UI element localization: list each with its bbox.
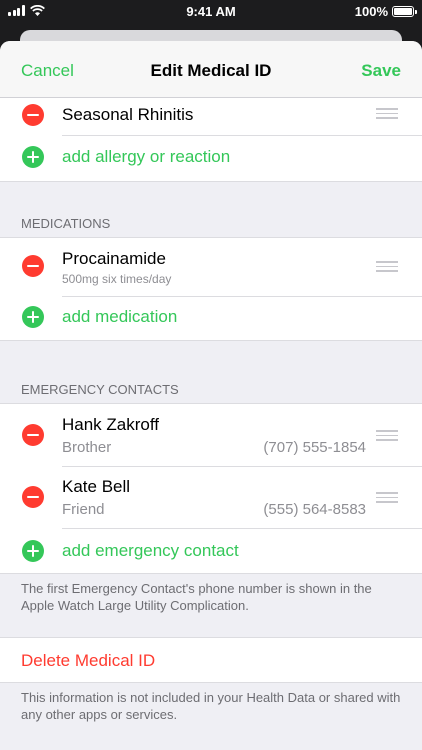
delete-medical-id-button[interactable]: Delete Medical ID: [21, 651, 155, 671]
add-allergy-row[interactable]: add allergy or reaction: [0, 135, 422, 181]
remove-circle-icon[interactable]: [22, 104, 44, 126]
battery-percent: 100%: [354, 4, 388, 19]
remove-circle-icon[interactable]: [22, 255, 44, 277]
reorder-handle-icon[interactable]: [376, 108, 398, 119]
reorder-handle-icon[interactable]: [376, 492, 398, 503]
add-contact-row[interactable]: add emergency contact: [0, 528, 422, 575]
add-medication-button[interactable]: add medication: [62, 307, 177, 327]
battery-icon: [392, 6, 417, 17]
medications-header: MEDICATIONS: [21, 216, 111, 231]
save-button[interactable]: Save: [361, 61, 401, 81]
privacy-note: This information is not included in your…: [21, 690, 401, 722]
allergies-group: Seasonal Rhinitis add allergy or reactio…: [0, 87, 422, 182]
emergency-contacts-header: EMERGENCY CONTACTS: [21, 382, 179, 397]
contact-relation[interactable]: Brother: [62, 439, 111, 456]
contact-phone[interactable]: (555) 564-8583: [263, 501, 366, 518]
contact-name[interactable]: Kate Bell: [62, 477, 130, 497]
reorder-handle-icon[interactable]: [376, 261, 398, 272]
list-item-contact: Kate Bell Friend (555) 564-8583: [0, 466, 422, 528]
medication-detail[interactable]: 500mg six times/day: [62, 272, 171, 286]
delete-group: Delete Medical ID: [0, 637, 422, 683]
contact-phone[interactable]: (707) 555-1854: [263, 439, 366, 456]
add-circle-icon[interactable]: [22, 540, 44, 562]
add-medication-row[interactable]: add medication: [0, 296, 422, 340]
remove-circle-icon[interactable]: [22, 424, 44, 446]
contact-relation[interactable]: Friend: [62, 501, 105, 518]
medications-group: Procainamide 500mg six times/day add med…: [0, 237, 422, 341]
list-item-medication: Procainamide 500mg six times/day: [0, 238, 422, 296]
remove-circle-icon[interactable]: [22, 486, 44, 508]
emergency-contact-note: The first Emergency Contact's phone numb…: [21, 581, 372, 613]
allergy-name[interactable]: Seasonal Rhinitis: [62, 105, 193, 125]
reorder-handle-icon[interactable]: [376, 430, 398, 441]
navigation-bar: Cancel Edit Medical ID Save: [0, 41, 422, 98]
emergency-contacts-group: Hank Zakroff Brother (707) 555-1854 Kate…: [0, 403, 422, 574]
add-circle-icon[interactable]: [22, 146, 44, 168]
medication-name[interactable]: Procainamide: [62, 249, 166, 269]
add-circle-icon[interactable]: [22, 306, 44, 328]
page-title: Edit Medical ID: [150, 61, 272, 80]
edit-medical-id-sheet: Cancel Edit Medical ID Save Seasonal Rhi…: [0, 41, 422, 750]
list-item-contact: Hank Zakroff Brother (707) 555-1854: [0, 404, 422, 466]
add-emergency-contact-button[interactable]: add emergency contact: [62, 541, 239, 561]
status-bar: 9:41 AM 100%: [0, 0, 422, 24]
add-allergy-button[interactable]: add allergy or reaction: [62, 147, 230, 167]
contact-name[interactable]: Hank Zakroff: [62, 415, 159, 435]
